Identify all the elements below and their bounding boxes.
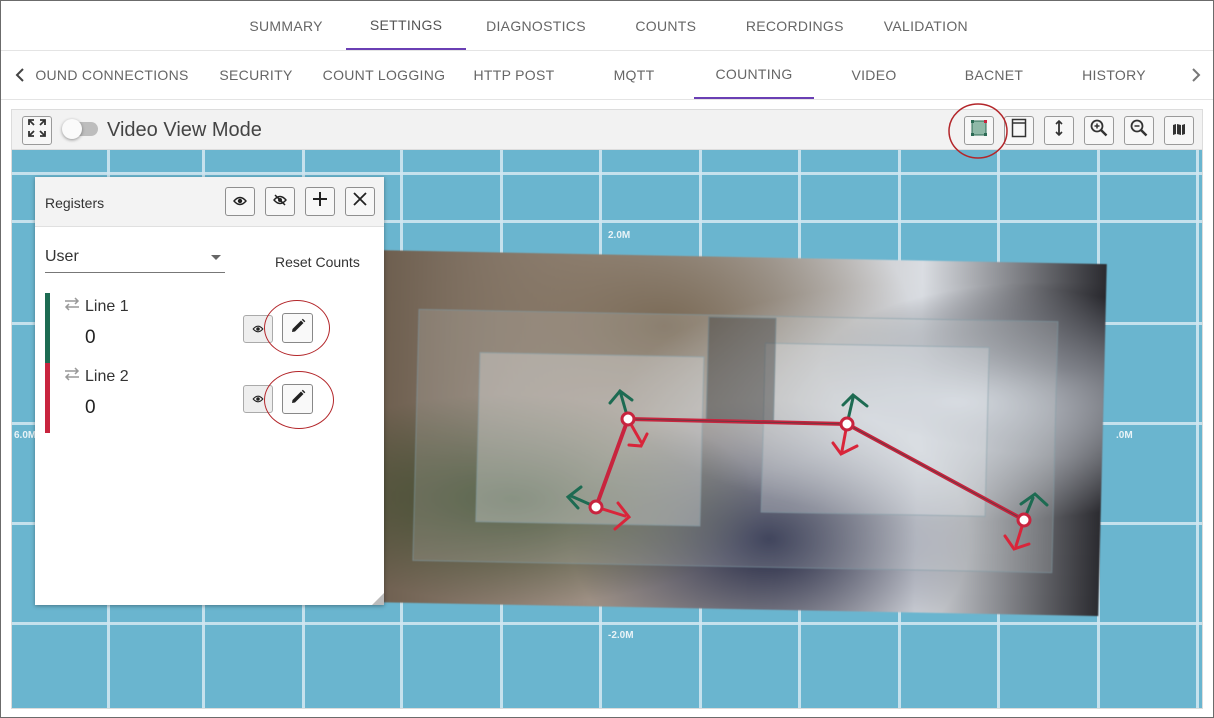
fullscreen-button[interactable] [22,116,52,145]
pencil-icon [290,389,306,410]
register-item: Line 1 [63,297,129,316]
video-view-mode-toggle[interactable] [62,119,98,139]
tab-settings[interactable]: SETTINGS [346,1,467,50]
eye-icon [233,193,247,211]
register-name: Line 1 [85,297,129,315]
subtab-bound-connections[interactable]: OUND CONNECTIONS [31,51,193,99]
app-frame: SUMMARY SETTINGS DIAGNOSTICS COUNTS RECO… [0,0,1214,718]
video-feed [363,250,1107,617]
subtab-bacnet[interactable]: BACNET [934,51,1054,99]
scroll-left-icon[interactable] [9,63,31,87]
eye-icon [252,390,264,408]
zoom-in-button[interactable] [1084,116,1114,145]
register-count: 0 [85,397,96,418]
settings-subnav: OUND CONNECTIONS SECURITY COUNT LOGGING … [1,51,1213,100]
tab-validation[interactable]: VALIDATION [864,1,988,50]
pencil-icon [290,318,306,339]
scale-label-bottom: -2.0M [608,630,634,641]
resize-handle[interactable] [372,593,384,605]
edit-register-button[interactable] [282,313,313,343]
tab-recordings[interactable]: RECORDINGS [726,1,864,50]
add-register-button[interactable] [305,187,335,216]
register-item: Line 2 [63,367,129,386]
subtab-http-post[interactable]: HTTP POST [459,51,569,99]
grid-line [12,172,1202,175]
show-all-button[interactable] [225,187,255,216]
scale-label-left: 6.0M [14,430,37,441]
registers-panel: Registers User Reset Counts Line 1 0 Lin… [35,177,384,605]
panel-toggle-icon [1011,118,1027,143]
plus-icon [312,191,328,212]
fullscreen-icon [28,119,46,142]
zoom-out-button[interactable] [1124,116,1154,145]
grid-line [1196,150,1199,708]
edit-register-button[interactable] [282,384,313,414]
register-count: 0 [85,327,96,348]
close-icon [353,192,367,211]
register-color-bar [45,293,50,363]
map-icon [1172,122,1186,140]
register-color-bar [45,363,50,433]
detection-zone [760,342,990,517]
chevron-down-icon [211,255,221,260]
toggle-visibility-button[interactable] [243,385,273,413]
tab-diagnostics[interactable]: DIAGNOSTICS [466,1,606,50]
hide-all-button[interactable] [265,187,295,216]
detection-zone [705,316,777,423]
subtab-security[interactable]: SECURITY [201,51,311,99]
swap-icon [63,297,81,316]
register-filter-select[interactable]: User [45,247,225,273]
zoom-out-icon [1130,119,1148,142]
detection-zone [475,352,705,527]
tab-summary[interactable]: SUMMARY [226,1,346,50]
swap-icon [63,367,81,386]
region-select-button[interactable] [964,116,994,145]
register-filter-value: User [45,248,79,265]
eye-icon [252,320,264,338]
tab-counts[interactable]: COUNTS [606,1,726,50]
scale-label-top: 2.0M [608,230,631,241]
panel-toggle-button[interactable] [1004,116,1034,145]
registers-title: Registers [45,195,105,211]
registers-header: Registers [35,177,384,227]
scale-label-right: .0M [1116,430,1133,441]
region-select-icon [970,119,988,142]
height-button[interactable] [1044,116,1074,145]
top-nav: SUMMARY SETTINGS DIAGNOSTICS COUNTS RECO… [1,1,1213,51]
eye-off-icon [273,193,287,211]
subtab-count-logging[interactable]: COUNT LOGGING [319,51,449,99]
viewer-toolbar: Video View Mode [12,110,1202,150]
video-view-mode-label: Video View Mode [107,119,262,141]
close-panel-button[interactable] [345,187,375,216]
reset-counts-button[interactable]: Reset Counts [275,254,360,270]
zoom-in-icon [1090,119,1108,142]
toggle-visibility-button[interactable] [243,315,273,343]
subtab-video[interactable]: VIDEO [824,51,924,99]
subtab-mqtt[interactable]: MQTT [579,51,689,99]
scroll-right-icon[interactable] [1185,63,1207,87]
subtab-counting[interactable]: COUNTING [694,51,814,99]
grid-line [12,622,1202,625]
register-name: Line 2 [85,367,129,385]
height-icon [1054,119,1064,141]
map-button[interactable] [1164,116,1194,145]
subtab-history[interactable]: HISTORY [1059,51,1169,99]
